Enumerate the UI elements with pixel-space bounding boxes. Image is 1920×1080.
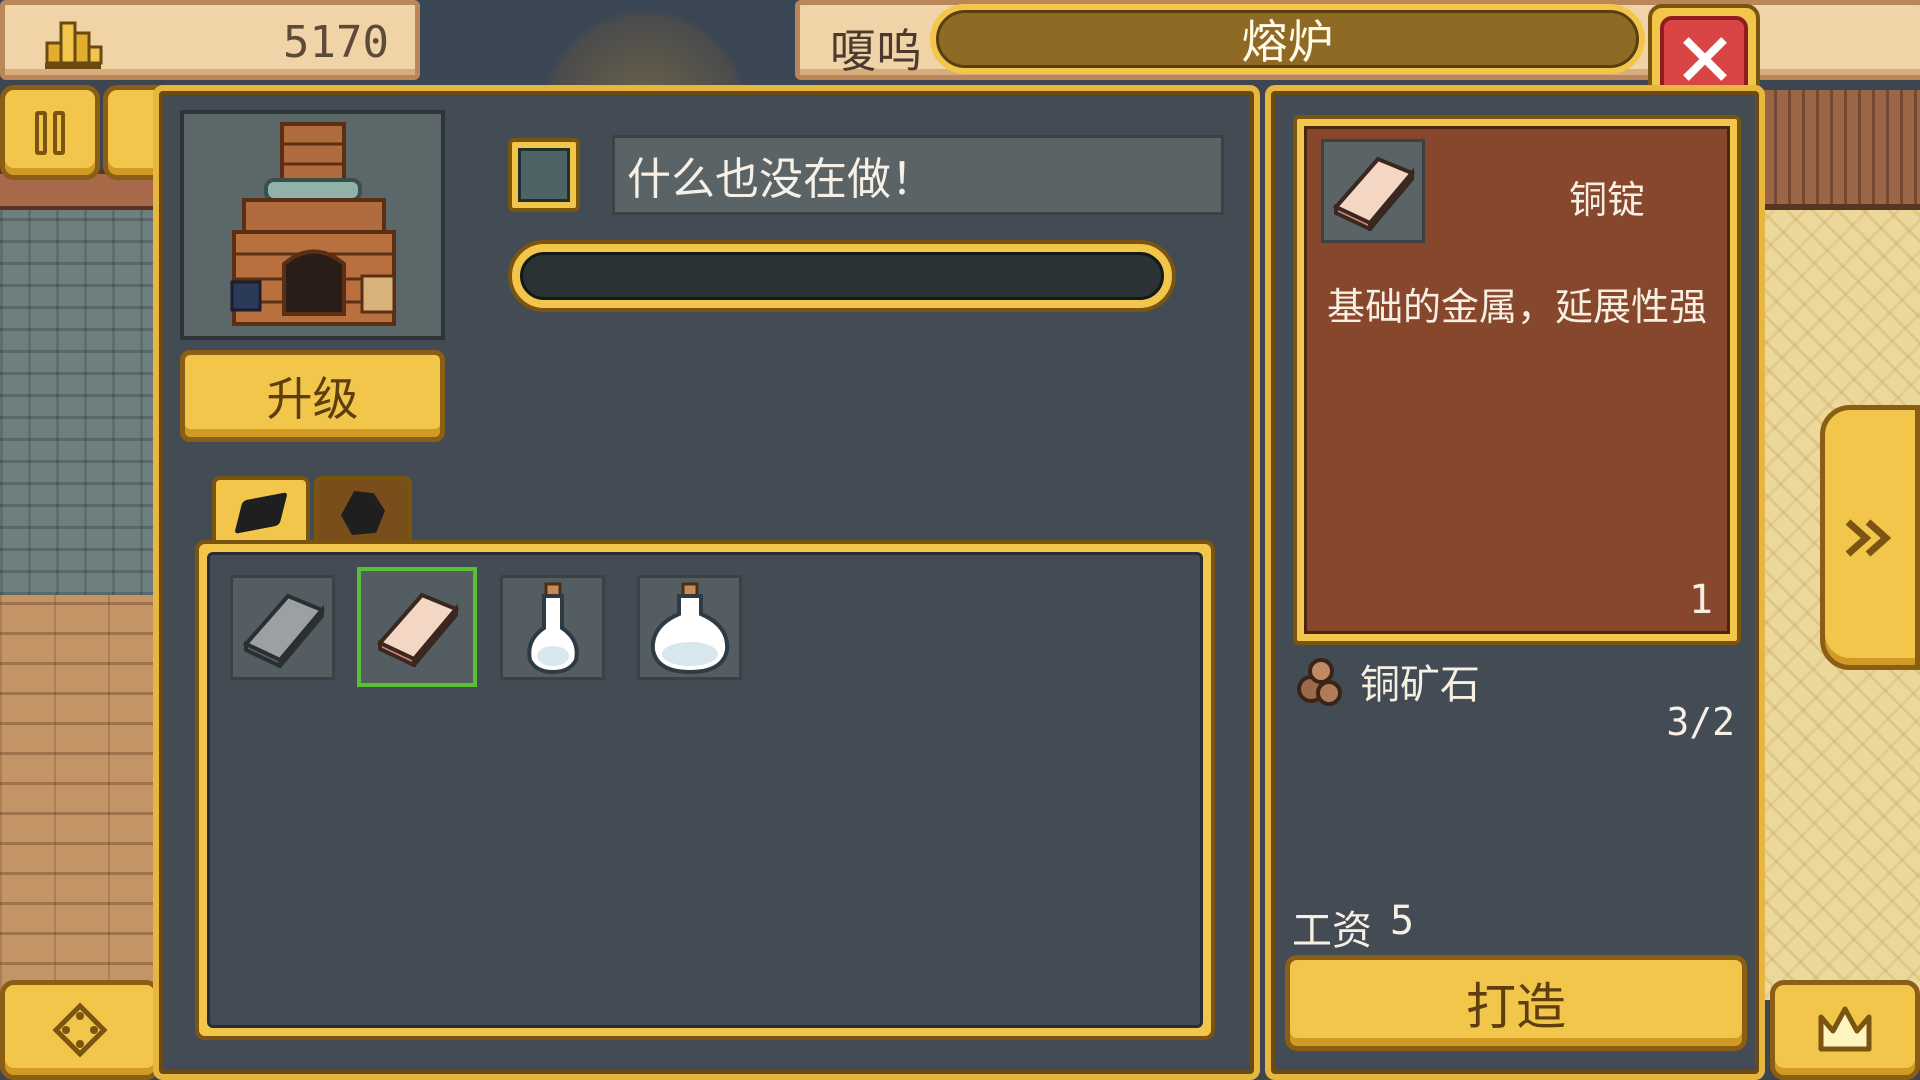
window-title: 熔炉 (1241, 15, 1334, 69)
detail-item-name: 铜锭 (1568, 178, 1645, 222)
craft-button[interactable]: 打造 (1285, 955, 1747, 1051)
next-page-button[interactable] (1820, 405, 1920, 670)
pause-bar-icon (35, 110, 47, 155)
tab-ores[interactable] (314, 476, 412, 546)
detail-item-description: 基础的金属，延展性强 (1327, 285, 1708, 329)
requirement-name: 铜矿石 (1360, 662, 1480, 708)
copper-ingot-icon (1332, 156, 1416, 231)
pause-button[interactable] (0, 85, 100, 180)
money-value: 5170 (283, 17, 389, 68)
character-name: 嗄呜 (830, 24, 922, 78)
pause-bar-icon (53, 110, 65, 155)
crown-icon (1818, 1006, 1872, 1052)
recipe-slot-copper-ingot[interactable] (357, 567, 477, 687)
wage-label: 工资 (1292, 908, 1372, 954)
money-stack-icon (45, 21, 103, 69)
small-vial-icon (526, 582, 579, 674)
double-chevron-right-icon (1845, 518, 1892, 557)
crown-button[interactable] (1770, 980, 1920, 1080)
item-detail-card: 铜锭 基础的金属，延展性强 1 (1293, 115, 1741, 645)
iron-ingot-icon (242, 593, 325, 668)
dpad-icon (52, 1002, 108, 1058)
recipe-slot-iron-ingot[interactable] (230, 575, 335, 680)
background-left-stone-floor (0, 210, 160, 595)
recipe-slot-flask[interactable] (637, 575, 742, 680)
requirement-count: 3/2 (1666, 700, 1735, 744)
ore-icon (341, 491, 385, 535)
tab-ingots[interactable] (212, 476, 310, 546)
wage-value: 5 (1390, 898, 1415, 944)
dpad-button[interactable] (0, 980, 160, 1080)
upgrade-button[interactable]: 升级 (180, 350, 445, 442)
money-display: 5170 (0, 0, 420, 80)
ingot-icon (234, 492, 288, 534)
status-text: 什么也没在做！ (612, 135, 1224, 215)
furnace-icon (230, 122, 396, 326)
detail-item-quantity: 1 (1688, 577, 1713, 623)
background-left-wood-floor (0, 595, 160, 995)
craft-progress-bar (508, 240, 1176, 312)
copper-ore-icon (1297, 658, 1342, 706)
background-right-fence (1760, 90, 1920, 210)
recipe-slot-vial[interactable] (500, 575, 605, 680)
window-title-bar: 熔炉 (930, 4, 1645, 74)
round-flask-icon (650, 582, 729, 674)
furnace-portrait (180, 110, 445, 340)
auto-craft-checkbox[interactable] (508, 138, 580, 212)
copper-ingot-icon (376, 592, 460, 667)
detail-icon-frame (1321, 139, 1425, 243)
